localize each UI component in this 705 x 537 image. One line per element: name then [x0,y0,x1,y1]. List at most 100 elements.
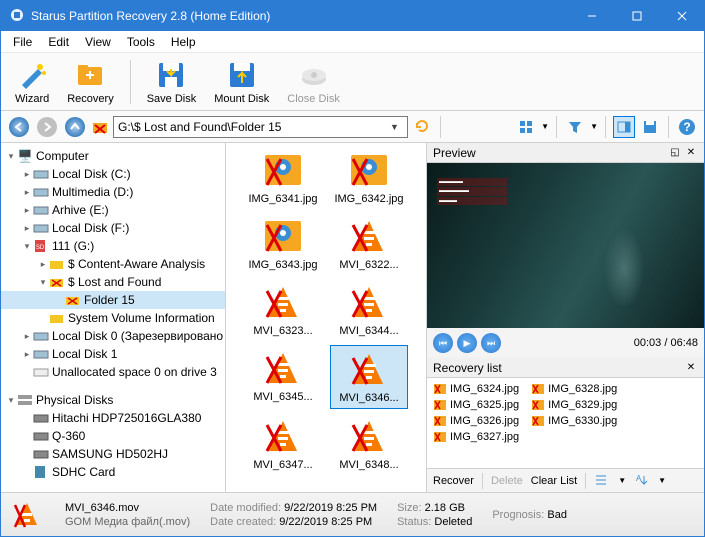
thumbnail-item[interactable]: IMG_6341.jpg [244,147,322,209]
deleted-image-icon [433,398,447,412]
mountdisk-button[interactable]: Mount Disk [208,57,275,107]
tree-item[interactable]: ▾SD111 (G:) [1,237,225,255]
save-view-button[interactable] [639,116,661,138]
address-input[interactable] [113,116,408,138]
tree-item[interactable]: ▸Local Disk 1 [1,345,225,363]
address-dropdown-icon[interactable]: ▼ [390,122,399,132]
recovery-item[interactable]: IMG_6325.jpg [433,398,519,412]
recovery-item[interactable]: IMG_6329.jpg [531,398,617,412]
recovery-item[interactable]: IMG_6327.jpg [433,430,519,444]
chevron-down-icon[interactable]: ▼ [590,122,598,131]
tree-physical[interactable]: ▾Physical Disks [1,391,225,409]
refresh-button[interactable] [413,117,433,137]
file-type-icon [9,497,45,533]
save-icon [155,59,187,91]
savedisk-button[interactable]: Save Disk [141,57,203,107]
sort-icon[interactable]: A [634,473,650,489]
toolbar-separator [130,60,131,104]
delete-button[interactable]: Delete [491,475,523,487]
main-area: ▾🖥️Computer ▸Local Disk (C:) ▸Multimedia… [1,143,704,492]
close-button[interactable] [659,1,704,31]
recovery-item[interactable]: IMG_6324.jpg [433,382,519,396]
list-view-icon[interactable] [594,473,610,489]
clearlist-button[interactable]: Clear List [531,475,577,487]
recovery-list[interactable]: IMG_6324.jpg IMG_6325.jpg IMG_6326.jpg IMG_… [427,378,704,468]
thumbnail-item[interactable]: IMG_6342.jpg [330,147,408,209]
sd-icon [33,464,49,480]
tree-item[interactable]: ▸Local Disk 0 (Зарезервировано [1,327,225,345]
tree-item[interactable]: SAMSUNG HD502HJ [1,445,225,463]
preview-viewport[interactable]: ▬▬▬▬▬▬▬▬▬▬▬▬ [427,163,704,328]
recovery-item[interactable]: IMG_6330.jpg [531,414,617,428]
recovery-button[interactable]: Recovery [61,57,119,107]
thumbnail-label: MVI_6344... [339,325,398,337]
toolbar: Wizard Recovery Save Disk Mount Disk Clo… [1,53,704,111]
recover-button[interactable]: Recover [433,475,474,487]
status-modified: 9/22/2019 8:25 PM [284,502,377,514]
right-panel: Preview ◱ ✕ ▬▬▬▬▬▬▬▬▬▬▬▬ ⏮ ▶ ⏭ 00:03 / 0… [426,143,704,492]
menu-tools[interactable]: Tools [119,33,163,51]
recovery-item-label: IMG_6326.jpg [450,415,519,427]
recovery-item[interactable]: IMG_6326.jpg [433,414,519,428]
tree-item[interactable]: ▸Local Disk (F:) [1,219,225,237]
recovery-item[interactable]: IMG_6328.jpg [531,382,617,396]
recovery-item-label: IMG_6327.jpg [450,431,519,443]
tree-item[interactable]: System Volume Information [1,309,225,327]
view-large-button[interactable] [515,116,537,138]
video-file-icon [259,349,307,389]
tree-computer[interactable]: ▾🖥️Computer [1,147,225,165]
tree-folder15[interactable]: Folder 15 [1,291,225,309]
tree-item[interactable]: ▸Multimedia (D:) [1,183,225,201]
maximize-button[interactable] [614,1,659,31]
close-icon[interactable]: ✕ [684,361,698,375]
help-button[interactable]: ? [676,116,698,138]
thumbnail-view[interactable]: IMG_6341.jpgIMG_6342.jpg IMG_6343.jpg MVI_… [226,143,426,492]
thumbnail-item[interactable]: MVI_6322... [330,213,408,275]
tree-item[interactable]: SDHC Card [1,463,225,481]
closedisk-icon [298,59,330,91]
thumbnail-item[interactable]: IMG_6343.jpg [244,213,322,275]
thumbnail-item[interactable]: MVI_6347... [244,413,322,475]
thumbnail-item[interactable]: MVI_6348... [330,413,408,475]
tree-item[interactable]: Unallocated space 0 on drive 3 [1,363,225,381]
recovery-header: Recovery list ✕ [427,358,704,378]
thumbnail-item[interactable]: MVI_6346... [330,345,408,409]
play-button[interactable]: ▶ [457,333,477,353]
minimize-button[interactable] [569,1,614,31]
folder-tree[interactable]: ▾🖥️Computer ▸Local Disk (C:) ▸Multimedia… [1,143,226,492]
tree-item[interactable]: ▸Arhive (E:) [1,201,225,219]
wand-icon [16,59,48,91]
nav-back-button[interactable] [7,115,31,139]
menu-edit[interactable]: Edit [40,33,77,51]
video-file-icon [345,283,393,323]
rewind-button[interactable]: ⏮ [433,333,453,353]
thumbnail-item[interactable]: MVI_6323... [244,279,322,341]
preview-toggle-button[interactable] [613,116,635,138]
tree-item[interactable]: ▾$ Lost and Found [1,273,225,291]
image-file-icon [259,217,307,257]
deleted-image-icon [531,414,545,428]
tree-item[interactable]: ▸$ Content-Aware Analysis [1,255,225,273]
mount-icon [226,59,258,91]
tree-item[interactable]: Q-360 [1,427,225,445]
status-filetype: GOM Медиа файл(.mov) [65,516,190,528]
thumbnail-item[interactable]: MVI_6344... [330,279,408,341]
wizard-button[interactable]: Wizard [9,57,55,107]
tree-item[interactable]: Hitachi HDP725016GLA380 [1,409,225,427]
menu-file[interactable]: File [5,33,40,51]
nav-forward-button[interactable] [35,115,59,139]
thumbnail-label: IMG_6343.jpg [248,259,317,271]
filter-button[interactable] [564,116,586,138]
menu-view[interactable]: View [77,33,119,51]
chevron-down-icon[interactable]: ▼ [541,122,549,131]
closedisk-button[interactable]: Close Disk [281,57,346,107]
nav-up-button[interactable] [63,115,87,139]
popout-icon[interactable]: ◱ [668,146,682,160]
thumbnail-item[interactable]: MVI_6345... [244,345,322,409]
tree-item[interactable]: ▸Local Disk (C:) [1,165,225,183]
forward-button[interactable]: ⏭ [481,333,501,353]
menu-help[interactable]: Help [163,33,204,51]
close-icon[interactable]: ✕ [684,146,698,160]
recovery-item-label: IMG_6324.jpg [450,383,519,395]
status-filename: MVI_6346.mov [65,502,190,514]
